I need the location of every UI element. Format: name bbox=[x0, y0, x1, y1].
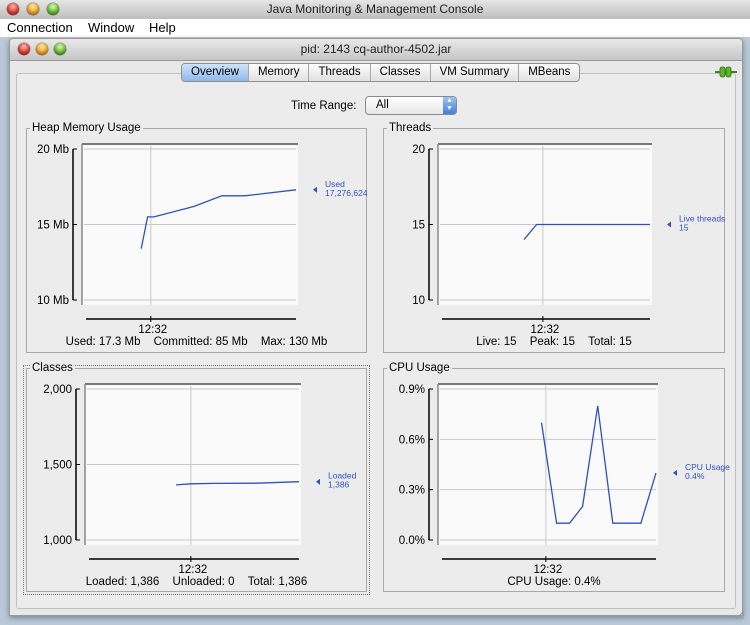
x-tick-label: 12:32 bbox=[531, 324, 560, 336]
app-title-bar: Java Monitoring & Management Console bbox=[0, 0, 750, 20]
plug-connected-icon[interactable] bbox=[715, 66, 737, 78]
legend-marker-icon bbox=[673, 469, 677, 476]
menu-connection[interactable]: Connection bbox=[7, 19, 73, 37]
zoom-window-button[interactable] bbox=[47, 3, 59, 15]
legend-series-value: 1,386 bbox=[328, 480, 350, 490]
resize-grip-icon[interactable] bbox=[733, 608, 745, 620]
y-tick-label: 20 Mb bbox=[37, 144, 69, 156]
menu-window[interactable]: Window bbox=[88, 19, 134, 37]
minimize-frame-button[interactable] bbox=[36, 43, 48, 55]
threads-peak: Peak: 15 bbox=[529, 336, 576, 348]
y-tick-label: 1,000 bbox=[43, 535, 72, 547]
threads-live: Live: 15 bbox=[476, 336, 517, 348]
classes-chart: 1,0001,5002,00012:32Loaded1,386 bbox=[43, 383, 357, 576]
cpu-summary: CPU Usage: 0.4% bbox=[384, 576, 724, 588]
y-tick-label: 20 bbox=[412, 144, 425, 156]
heap-used: Used: 17.3 Mb bbox=[65, 336, 141, 348]
classes-summary: Loaded: 1,386 Unloaded: 0 Total: 1,386 bbox=[27, 576, 366, 588]
legend-marker-icon bbox=[316, 478, 320, 485]
tab-classes[interactable]: Classes bbox=[369, 64, 430, 81]
connection-title: pid: 2143 cq-author-4502.jar bbox=[300, 42, 452, 56]
minimize-window-button[interactable] bbox=[27, 3, 39, 15]
x-tick-label: 12:32 bbox=[178, 564, 207, 576]
tab-bar: Overview Memory Threads Classes VM Summa… bbox=[181, 63, 581, 82]
y-tick-label: 2,000 bbox=[43, 384, 72, 396]
y-tick-label: 15 bbox=[412, 220, 425, 232]
cpu-usage-chart: 0.0%0.3%0.6%0.9%12:32CPU Usage0.4% bbox=[399, 383, 730, 576]
y-tick-label: 0.9% bbox=[399, 384, 425, 396]
connection-title-bar: pid: 2143 cq-author-4502.jar bbox=[10, 39, 742, 61]
menu-help[interactable]: Help bbox=[149, 19, 176, 37]
tab-memory[interactable]: Memory bbox=[247, 64, 309, 81]
classes-loaded: Loaded: 1,386 bbox=[85, 576, 160, 588]
cpu-usage-panel: CPU Usage 0.0% 0.3% 0.6% 0.9% 12:32 CPU Usage… bbox=[383, 362, 730, 592]
close-window-button[interactable] bbox=[7, 3, 19, 15]
tab-overview[interactable]: Overview bbox=[182, 64, 248, 81]
threads-chart: 10152012:32Live threads15 bbox=[412, 143, 725, 336]
threads-summary: Live: 15 Peak: 15 Total: 15 bbox=[384, 336, 724, 348]
threads-panel: Threads 10 15 20 12:32 Live threads 15 Live: … bbox=[383, 122, 725, 353]
heap-max: Max: 130 Mb bbox=[260, 336, 328, 348]
legend-series-value: 0.4% bbox=[685, 471, 705, 481]
time-range-value: All bbox=[376, 99, 389, 111]
menu-bar: Connection Window Help bbox=[0, 19, 750, 38]
y-tick-label: 10 bbox=[412, 295, 425, 307]
time-range-select[interactable]: All ▲ ▼ bbox=[365, 96, 457, 115]
heap-memory-chart: 10 Mb15 Mb20 Mb12:32Used17,276,624 bbox=[37, 143, 368, 336]
threads-total: Total: 15 bbox=[588, 336, 632, 348]
time-range-label: Time Range: bbox=[291, 100, 357, 112]
heap-summary: Used: 17.3 Mb Committed: 85 Mb Max: 130 … bbox=[27, 336, 366, 348]
select-arrows-icon: ▲ ▼ bbox=[443, 97, 456, 114]
heap-committed: Committed: 85 Mb bbox=[153, 336, 248, 348]
classes-panel: Classes 1,000 1,500 2,000 12:32 Loaded 1,386 … bbox=[23, 362, 370, 595]
tab-vm-summary[interactable]: VM Summary bbox=[429, 64, 519, 81]
y-tick-label: 15 Mb bbox=[37, 220, 69, 232]
maximize-frame-button[interactable] bbox=[54, 43, 66, 55]
y-tick-label: 10 Mb bbox=[37, 295, 69, 307]
classes-total: Total: 1,386 bbox=[247, 576, 308, 588]
legend-marker-icon bbox=[667, 221, 671, 228]
x-tick-label: 12:32 bbox=[533, 564, 562, 576]
legend-series-value: 17,276,624 bbox=[325, 188, 368, 198]
y-tick-label: 0.6% bbox=[399, 434, 425, 446]
y-tick-label: 0.3% bbox=[399, 485, 425, 497]
legend-marker-icon bbox=[313, 186, 317, 193]
classes-unloaded: Unloaded: 0 bbox=[172, 576, 235, 588]
y-tick-label: 1,500 bbox=[43, 460, 72, 472]
y-tick-label: 0.0% bbox=[399, 535, 425, 547]
tab-mbeans[interactable]: MBeans bbox=[518, 64, 579, 81]
close-frame-button[interactable] bbox=[18, 43, 30, 55]
legend-series-value: 15 bbox=[679, 223, 689, 233]
tab-threads[interactable]: Threads bbox=[308, 64, 369, 81]
cpu-usage-value: CPU Usage: 0.4% bbox=[507, 576, 601, 588]
x-tick-label: 12:32 bbox=[138, 324, 167, 336]
app-title: Java Monitoring & Management Console bbox=[266, 2, 484, 16]
heap-memory-panel: Heap Memory Usage 10 Mb 15 Mb 20 Mb 12:32 Us… bbox=[26, 122, 368, 353]
